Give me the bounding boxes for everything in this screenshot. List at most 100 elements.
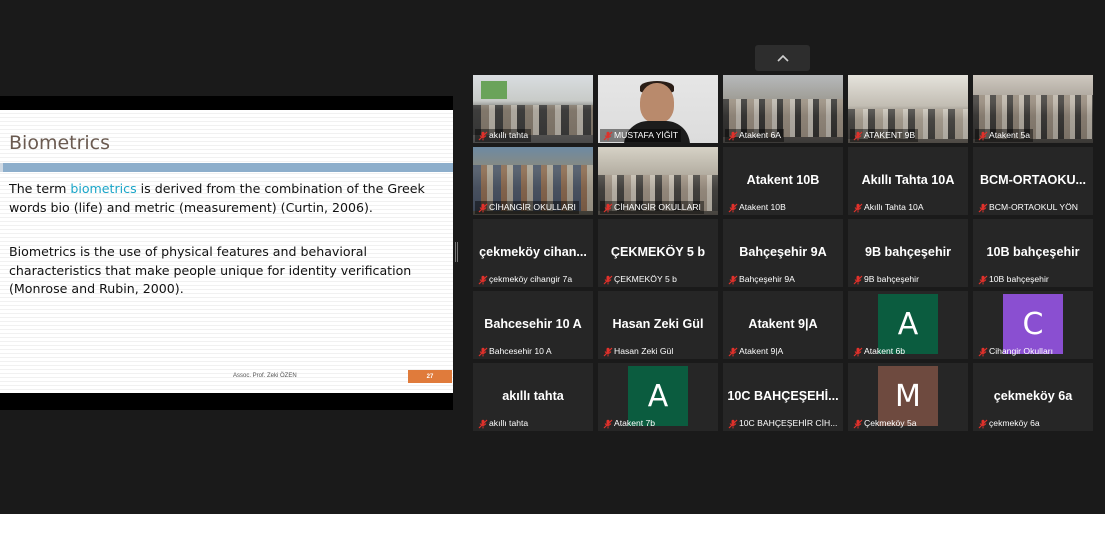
participant-tile[interactable]: Akıllı Tahta 10A Akıllı Tahta 10A bbox=[848, 147, 968, 215]
participant-name: çekmeköy cihangir 7a bbox=[489, 274, 573, 284]
slide-footer-author: Assoc. Prof. Zeki ÖZEN bbox=[233, 373, 297, 379]
participant-display-name: Bahçeşehir 9A bbox=[739, 245, 827, 259]
muted-mic-icon bbox=[728, 419, 738, 429]
muted-mic-icon bbox=[853, 419, 863, 429]
muted-mic-icon bbox=[603, 131, 613, 141]
participant-name: Atakent 6b bbox=[864, 346, 906, 356]
participant-name-label: Bahcesehir 10 A bbox=[475, 345, 555, 358]
participant-display-name: Atakent 9|A bbox=[748, 317, 818, 331]
participant-name: Atakent 6A bbox=[739, 130, 782, 140]
participant-name-label: Atakent 7b bbox=[600, 417, 658, 430]
participant-name: Cihangir Okulları bbox=[989, 346, 1053, 356]
muted-mic-icon bbox=[978, 419, 988, 429]
muted-mic-icon bbox=[978, 275, 988, 285]
participant-name: 9B bahçeşehir bbox=[864, 274, 919, 284]
muted-mic-icon bbox=[978, 203, 988, 213]
participant-name: MUSTAFA YİĞİT bbox=[614, 130, 679, 140]
chevron-up-icon bbox=[776, 54, 789, 62]
muted-mic-icon bbox=[478, 275, 488, 285]
participant-name-label: çekmeköy 6a bbox=[975, 417, 1043, 430]
presentation-slide: Biometrics The term biometrics is derive… bbox=[0, 110, 453, 393]
participant-name: Atakent 9|A bbox=[739, 346, 784, 356]
participant-display-name: Atakent 10B bbox=[746, 173, 820, 187]
participant-tile[interactable]: çekmeköy cihan... çekmeköy cihangir 7a bbox=[473, 219, 593, 287]
participant-display-name: Hasan Zeki Gül bbox=[612, 317, 704, 331]
participant-tile[interactable]: 10C BAHÇEŞEHİ... 10C BAHÇEŞEHİR CİH... bbox=[723, 363, 843, 431]
participant-tile[interactable]: A Atakent 6b bbox=[848, 291, 968, 359]
participant-tile[interactable]: BCM-ORTAOKU... BCM-ORTAOKUL YÖN bbox=[973, 147, 1093, 215]
slide-paragraph-1: The term biometrics is derived from the … bbox=[9, 180, 449, 217]
participant-name-label: Çekmeköy 5a bbox=[850, 417, 920, 430]
participant-name: akıllı tahta bbox=[489, 130, 529, 140]
participant-name-label: akıllı tahta bbox=[475, 417, 531, 430]
participant-tile[interactable]: MUSTAFA YİĞİT bbox=[598, 75, 718, 143]
muted-mic-icon bbox=[728, 347, 738, 357]
participant-name: Bahcesehir 10 A bbox=[489, 346, 552, 356]
participant-display-name: çekmeköy 6a bbox=[993, 389, 1073, 403]
participant-name-label: 10B bahçeşehir bbox=[975, 273, 1052, 286]
shared-screen: Biometrics The term biometrics is derive… bbox=[0, 96, 453, 410]
participant-name-label: Atakent 6b bbox=[850, 345, 908, 358]
participant-tile[interactable]: CİHANGİR OKULLARI bbox=[473, 147, 593, 215]
participant-display-name: 10B bahçeşehir bbox=[986, 245, 1080, 259]
participant-tile[interactable]: Atakent 5a bbox=[973, 75, 1093, 143]
participant-name-label: akıllı tahta bbox=[475, 129, 532, 142]
participant-tile[interactable]: A Atakent 7b bbox=[598, 363, 718, 431]
participant-name-label: Atakent 6A bbox=[725, 129, 785, 142]
muted-mic-icon bbox=[478, 131, 488, 141]
participant-tile[interactable]: C Cihangir Okulları bbox=[973, 291, 1093, 359]
participant-name: 10C BAHÇEŞEHİR CİH... bbox=[739, 418, 838, 428]
participant-tile[interactable]: Atakent 10B Atakent 10B bbox=[723, 147, 843, 215]
participant-name-label: Hasan Zeki Gül bbox=[600, 345, 676, 358]
participant-tile[interactable]: akıllı tahta akıllı tahta bbox=[473, 363, 593, 431]
participant-tile[interactable]: Atakent 6A bbox=[723, 75, 843, 143]
participant-tile[interactable]: Bahçeşehir 9A Bahçeşehir 9A bbox=[723, 219, 843, 287]
participant-tile[interactable]: çekmeköy 6a çekmeköy 6a bbox=[973, 363, 1093, 431]
participant-name: Atakent 5a bbox=[989, 130, 1031, 140]
participant-name-label: Atakent 10B bbox=[725, 201, 789, 214]
participant-tile[interactable]: 9B bahçeşehir 9B bahçeşehir bbox=[848, 219, 968, 287]
split-view-divider[interactable] bbox=[455, 242, 458, 262]
participant-tile[interactable]: Atakent 9|A Atakent 9|A bbox=[723, 291, 843, 359]
muted-mic-icon bbox=[478, 347, 488, 357]
participant-name-label: CİHANGİR OKULLARI bbox=[600, 201, 704, 214]
paragraph-1-start: The term bbox=[9, 181, 71, 196]
participant-name-label: Bahçeşehir 9A bbox=[725, 273, 798, 286]
participant-tile[interactable]: ATAKENT 9B bbox=[848, 75, 968, 143]
muted-mic-icon bbox=[478, 419, 488, 429]
participant-tile[interactable]: Hasan Zeki Gül Hasan Zeki Gül bbox=[598, 291, 718, 359]
slide-paragraph-2: Biometrics is the use of physical featur… bbox=[9, 244, 412, 296]
participant-display-name: ÇEKMEKÖY 5 b bbox=[610, 245, 706, 259]
participant-tile[interactable]: Bahcesehir 10 A Bahcesehir 10 A bbox=[473, 291, 593, 359]
participant-display-name: BCM-ORTAOKU... bbox=[979, 173, 1087, 187]
slide-title: Biometrics bbox=[9, 132, 111, 154]
muted-mic-icon bbox=[853, 203, 863, 213]
muted-mic-icon bbox=[978, 131, 988, 141]
participant-name-label: ÇEKMEKÖY 5 b bbox=[600, 273, 680, 286]
muted-mic-icon bbox=[978, 347, 988, 357]
participant-name-label: MUSTAFA YİĞİT bbox=[600, 129, 682, 142]
participant-name: Atakent 10B bbox=[739, 202, 786, 212]
participant-name-label: BCM-ORTAOKUL YÖN bbox=[975, 201, 1081, 214]
muted-mic-icon bbox=[728, 275, 738, 285]
participant-name: çekmeköy 6a bbox=[989, 418, 1040, 428]
participant-tile[interactable]: akıllı tahta bbox=[473, 75, 593, 143]
participant-tile[interactable]: 10B bahçeşehir 10B bahçeşehir bbox=[973, 219, 1093, 287]
participant-name: BCM-ORTAOKUL YÖN bbox=[989, 202, 1078, 212]
slide-page-number: 27 bbox=[408, 370, 452, 383]
participant-tile[interactable]: CİHANGİR OKULLARI bbox=[598, 147, 718, 215]
hide-gallery-button[interactable] bbox=[755, 45, 810, 71]
participant-name: ATAKENT 9B bbox=[864, 130, 916, 140]
participant-gallery: akıllı tahta MUSTAFA YİĞİT Atakent 6A ATAKE… bbox=[473, 75, 1093, 431]
participant-name-label: Atakent 5a bbox=[975, 129, 1034, 142]
participant-display-name: çekmeköy cihan... bbox=[479, 245, 587, 259]
participant-tile[interactable]: ÇEKMEKÖY 5 b ÇEKMEKÖY 5 b bbox=[598, 219, 718, 287]
participant-display-name: Bahcesehir 10 A bbox=[484, 317, 582, 331]
participant-name: Bahçeşehir 9A bbox=[739, 274, 795, 284]
muted-mic-icon bbox=[728, 131, 738, 141]
participant-display-name: akıllı tahta bbox=[502, 389, 564, 403]
participant-tile[interactable]: M Çekmeköy 5a bbox=[848, 363, 968, 431]
muted-mic-icon bbox=[728, 203, 738, 213]
participant-name: Çekmeköy 5a bbox=[864, 418, 917, 428]
participant-name-label: Akıllı Tahta 10A bbox=[850, 201, 927, 214]
